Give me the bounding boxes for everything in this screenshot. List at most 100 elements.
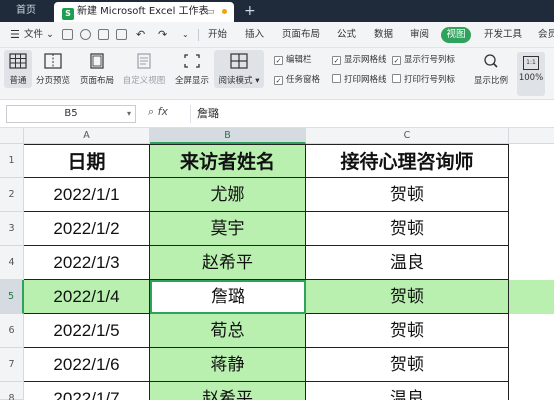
print-headings-toggle[interactable]: 打印行号列标 <box>392 73 455 85</box>
row-header[interactable]: 5 <box>0 280 24 314</box>
date-cell[interactable]: 2022/1/1 <box>24 178 150 212</box>
visitor-cell[interactable]: 莫宇 <box>150 212 306 246</box>
counselor-cell[interactable]: 贺顿 <box>306 314 509 348</box>
page-layout-button[interactable]: 页面布局 <box>78 50 116 86</box>
undo-icon[interactable]: ↶ <box>136 22 145 48</box>
search-icon[interactable]: ⌕ <box>148 105 154 118</box>
chevron-down-icon: ▾ <box>255 76 260 86</box>
print-gridlines-toggle[interactable]: 打印网格线 <box>332 73 387 85</box>
menu-page-layout[interactable]: 页面布局 <box>282 22 320 48</box>
checkbox-icon: ✓ <box>274 76 283 85</box>
spreadsheet-icon: S <box>62 8 74 20</box>
column-header-c[interactable]: C <box>306 128 509 144</box>
visitor-cell[interactable]: 赵希平 <box>150 382 306 400</box>
add-tab-button[interactable]: + <box>244 0 256 22</box>
name-box[interactable]: B5 ▾ <box>6 105 136 123</box>
menu-developer[interactable]: 开发工具 <box>484 22 522 48</box>
task-pane-toggle[interactable]: ✓ 任务窗格 <box>274 73 320 85</box>
menu-view[interactable]: 视图 <box>441 27 471 43</box>
checkbox-icon: ✓ <box>274 56 283 65</box>
reading-mode-label: 阅读模式 <box>218 76 253 86</box>
header-cell-date[interactable]: 日期 <box>24 144 150 178</box>
fullscreen-label: 全屏显示 <box>174 76 209 86</box>
row-header[interactable]: 8 <box>0 382 24 400</box>
save-icon[interactable] <box>62 29 73 40</box>
row-header[interactable]: 7 <box>0 348 24 382</box>
title-bar: 首页 S 新建 Microsoft Excel 工作表 ▭ + <box>0 0 554 22</box>
header-cell-visitor[interactable]: 来访者姓名 <box>150 144 306 178</box>
custom-view-label: 自定义视图 <box>122 76 166 86</box>
formula-bar-toggle[interactable]: ✓ 编辑栏 <box>274 53 312 65</box>
chevron-down-icon[interactable]: ▾ <box>127 106 131 122</box>
row-header[interactable]: 2 <box>0 178 24 212</box>
counselor-cell[interactable]: 贺顿 <box>306 212 509 246</box>
menu-data[interactable]: 数据 <box>374 22 393 48</box>
menu-member[interactable]: 会员 <box>538 22 554 48</box>
date-cell[interactable]: 2022/1/2 <box>24 212 150 246</box>
reading-mode-button[interactable]: 阅读模式 ▾ <box>214 50 264 88</box>
counselor-cell[interactable]: 贺顿 <box>306 280 509 314</box>
page-break-preview-button[interactable]: 分页预览 <box>34 50 72 86</box>
active-cell[interactable]: 詹璐 <box>150 280 306 314</box>
visitor-cell[interactable]: 荀总 <box>150 314 306 348</box>
menu-review[interactable]: 审阅 <box>410 22 429 48</box>
date-cell[interactable]: 2022/1/3 <box>24 246 150 280</box>
visitor-cell[interactable]: 蒋静 <box>150 348 306 382</box>
checkbox-icon: ✓ <box>332 56 341 65</box>
normal-view-label: 普通 <box>9 76 27 86</box>
export-icon[interactable] <box>116 29 127 40</box>
zoom-icon <box>482 53 500 71</box>
fx-icon[interactable]: fx <box>158 105 168 118</box>
visitor-cell[interactable]: 赵希平 <box>150 246 306 280</box>
redo-icon[interactable]: ↷ <box>158 22 167 48</box>
print-preview-icon[interactable] <box>80 29 91 40</box>
customize-icon[interactable]: ⌄ <box>182 22 189 48</box>
page-layout-label: 页面布局 <box>79 76 114 86</box>
fullscreen-button[interactable]: 全屏显示 <box>172 50 212 86</box>
date-cell[interactable]: 2022/1/7 <box>24 382 150 400</box>
zoom-100-button[interactable]: 1:1 100% <box>517 52 545 96</box>
formula-input[interactable]: 詹璐 <box>190 105 550 123</box>
checkbox-icon: ✓ <box>392 56 401 65</box>
page-layout-icon <box>88 53 106 71</box>
file-menu[interactable]: 文件 ⌄ <box>24 22 54 48</box>
row-header[interactable]: 6 <box>0 314 24 348</box>
menu-icon[interactable]: ☰ <box>10 22 20 48</box>
fullscreen-icon <box>183 53 201 71</box>
menu-bar: ☰ 文件 ⌄ ↶ ↷ ⌄ 开始 插入 页面布局 公式 数据 审阅 视图 开发工具… <box>0 22 554 48</box>
date-cell[interactable]: 2022/1/4 <box>24 280 150 314</box>
visitor-cell[interactable]: 尤娜 <box>150 178 306 212</box>
date-cell[interactable]: 2022/1/5 <box>24 314 150 348</box>
row-header[interactable]: 4 <box>0 246 24 280</box>
row-header[interactable]: 3 <box>0 212 24 246</box>
select-all-corner[interactable] <box>0 128 24 144</box>
counselor-cell[interactable]: 贺顿 <box>306 348 509 382</box>
ratio-icon: 1:1 <box>523 56 539 70</box>
checkbox-icon <box>392 74 401 83</box>
fx-area: ⌕ fx <box>148 105 168 119</box>
menu-divider <box>198 29 199 41</box>
page-break-preview-label: 分页预览 <box>35 76 70 86</box>
menu-formula[interactable]: 公式 <box>337 22 356 48</box>
zoom-button[interactable]: 显示比例 <box>470 50 512 86</box>
header-cell-counselor[interactable]: 接待心理咨询师 <box>306 144 509 178</box>
monitor-icon[interactable]: ▭ <box>206 2 215 22</box>
date-cell[interactable]: 2022/1/6 <box>24 348 150 382</box>
counselor-cell[interactable]: 贺顿 <box>306 178 509 212</box>
home-tab[interactable]: 首页 <box>0 0 52 22</box>
document-tab[interactable]: S 新建 Microsoft Excel 工作表 ▭ <box>54 2 234 22</box>
formula-bar: B5 ▾ ⌕ fx 詹璐 <box>0 100 554 128</box>
counselor-cell[interactable]: 温良 <box>306 246 509 280</box>
grid-icon <box>9 53 27 71</box>
headings-toggle[interactable]: ✓ 显示行号列标 <box>392 53 455 65</box>
column-header-a[interactable]: A <box>24 128 150 144</box>
gridlines-toggle[interactable]: ✓ 显示网格线 <box>332 53 387 65</box>
normal-view-button[interactable]: 普通 <box>4 50 32 88</box>
print-icon[interactable] <box>98 29 109 40</box>
counselor-cell[interactable]: 温良 <box>306 382 509 400</box>
row-header[interactable]: 1 <box>0 144 24 178</box>
column-header-b[interactable]: B <box>150 128 306 144</box>
menu-insert[interactable]: 插入 <box>245 22 264 48</box>
menu-start[interactable]: 开始 <box>208 22 227 48</box>
custom-view-button[interactable]: 自定义视图 <box>120 50 168 86</box>
